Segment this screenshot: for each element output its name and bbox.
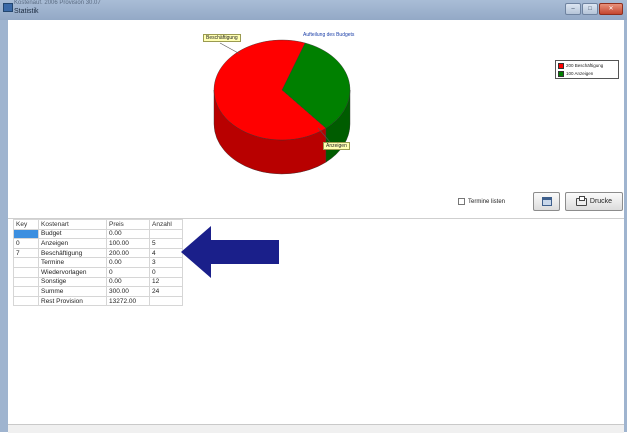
table-cell-kostenart[interactable]: Rest Provision bbox=[38, 295, 107, 307]
table-cell-preis[interactable]: 0.00 bbox=[106, 228, 150, 240]
printer-icon bbox=[575, 195, 587, 206]
data-grid-panel: Key Kostenart Preis Anzahl Budget 0.00 0 An… bbox=[8, 219, 624, 424]
checkbox-box[interactable] bbox=[458, 198, 465, 205]
table-cell-key[interactable]: 0 bbox=[13, 238, 39, 249]
table-row[interactable]: Rest Provision 13272.00 bbox=[13, 295, 183, 307]
table-cell-key[interactable] bbox=[13, 295, 39, 307]
leader-line-beschaeftigung bbox=[219, 42, 241, 55]
legend-item: 200 Beschäftigung bbox=[556, 62, 618, 69]
table-cell-preis[interactable]: 0.00 bbox=[106, 276, 150, 288]
table-cell-anzahl[interactable]: 12 bbox=[149, 276, 183, 288]
title-bar: Kostenauf. 2006 Provision 30.07 Statisti… bbox=[0, 0, 627, 20]
table-cell-key[interactable]: 7 bbox=[13, 247, 39, 259]
table-cell-anzahl[interactable] bbox=[149, 228, 183, 240]
table-cell-preis[interactable]: 0.00 bbox=[106, 257, 150, 268]
table-cell-kostenart[interactable]: Summe bbox=[38, 286, 107, 297]
table-cell-anzahl[interactable]: 24 bbox=[149, 286, 183, 297]
chart-panel: Aufteilung des Budgets Beschäftigung Anz… bbox=[8, 20, 624, 218]
legend-label: 100 Anzeigen bbox=[566, 71, 594, 76]
background-window-title: Kostenauf. 2006 Provision 30.07 bbox=[14, 0, 101, 6]
table-header-row: Key Kostenart Preis Anzahl bbox=[13, 219, 183, 230]
legend-swatch-red bbox=[558, 62, 564, 69]
chart-legend: 200 Beschäftigung 100 Anzeigen bbox=[555, 60, 619, 79]
table-cell-anzahl[interactable]: 3 bbox=[149, 257, 183, 268]
table-cell-preis[interactable]: 300.00 bbox=[106, 286, 150, 297]
table-cell-key[interactable] bbox=[13, 266, 39, 278]
legend-swatch-green bbox=[558, 70, 564, 77]
window-frame-left bbox=[0, 20, 8, 432]
legend-label: 200 Beschäftigung bbox=[566, 63, 604, 68]
table-cell-anzahl[interactable]: 0 bbox=[149, 266, 183, 278]
table-cell-kostenart[interactable]: Sonstige bbox=[38, 276, 107, 288]
table-row[interactable]: 7 Beschäftigung 200.00 4 bbox=[13, 247, 183, 259]
table-cell-kostenart[interactable]: Anzeigen bbox=[38, 238, 107, 249]
column-header-kostenart[interactable]: Kostenart bbox=[38, 219, 107, 230]
app-icon bbox=[3, 3, 13, 12]
table-cell-anzahl[interactable]: 5 bbox=[149, 238, 183, 249]
table-cell-anzahl[interactable]: 4 bbox=[149, 247, 183, 259]
table-cell-kostenart[interactable]: Wiedervorlagen bbox=[38, 266, 107, 278]
close-button[interactable]: ✕ bbox=[599, 3, 623, 15]
table-cell-preis[interactable]: 100.00 bbox=[106, 238, 150, 249]
window-title: Statistik bbox=[14, 8, 39, 15]
pie-label-anzeigen: Anzeigen bbox=[323, 142, 350, 150]
statistics-table: Key Kostenart Preis Anzahl Budget 0.00 0 An… bbox=[13, 219, 183, 307]
column-header-key[interactable]: Key bbox=[13, 219, 39, 230]
table-row[interactable]: Termine 0.00 3 bbox=[13, 257, 183, 268]
table-row[interactable]: Wiedervorlagen 0 0 bbox=[13, 266, 183, 278]
calendar-icon bbox=[541, 197, 552, 206]
table-cell-kostenart[interactable]: Beschäftigung bbox=[38, 247, 107, 259]
table-cell-kostenart[interactable]: Budget bbox=[38, 228, 107, 240]
table-cell-preis[interactable]: 13272.00 bbox=[106, 295, 150, 307]
column-header-anzahl[interactable]: Anzahl bbox=[149, 219, 183, 230]
table-cell-kostenart[interactable]: Termine bbox=[38, 257, 107, 268]
table-row[interactable]: 0 Anzeigen 100.00 5 bbox=[13, 238, 183, 249]
table-cell-preis[interactable]: 200.00 bbox=[106, 247, 150, 259]
legend-item: 100 Anzeigen bbox=[556, 70, 618, 77]
table-row[interactable]: Summe 300.00 24 bbox=[13, 286, 183, 297]
minimize-button[interactable]: – bbox=[565, 3, 581, 15]
table-cell-key[interactable] bbox=[13, 286, 39, 297]
annotation-arrow-icon bbox=[181, 226, 279, 278]
print-button-label: Drucke bbox=[589, 198, 613, 205]
pie-label-beschaeftigung: Beschäftigung bbox=[203, 34, 241, 42]
table-row[interactable]: Budget 0.00 bbox=[13, 228, 183, 240]
table-cell-preis[interactable]: 0 bbox=[106, 266, 150, 278]
table-cell-key[interactable] bbox=[13, 276, 39, 288]
table-cell-key[interactable] bbox=[13, 257, 39, 268]
termine-listen-label: Termine listen bbox=[468, 198, 506, 205]
table-cell-key[interactable] bbox=[13, 228, 39, 240]
table-row[interactable]: Sonstige 0.00 12 bbox=[13, 276, 183, 288]
termine-listen-checkbox[interactable]: Termine listen bbox=[458, 198, 505, 205]
pie-chart bbox=[213, 39, 351, 175]
print-button[interactable]: Drucke bbox=[565, 192, 623, 211]
maximize-button[interactable]: □ bbox=[582, 3, 598, 15]
column-header-preis[interactable]: Preis bbox=[106, 219, 150, 230]
table-cell-anzahl[interactable] bbox=[149, 295, 183, 307]
calendar-button[interactable] bbox=[533, 192, 560, 211]
